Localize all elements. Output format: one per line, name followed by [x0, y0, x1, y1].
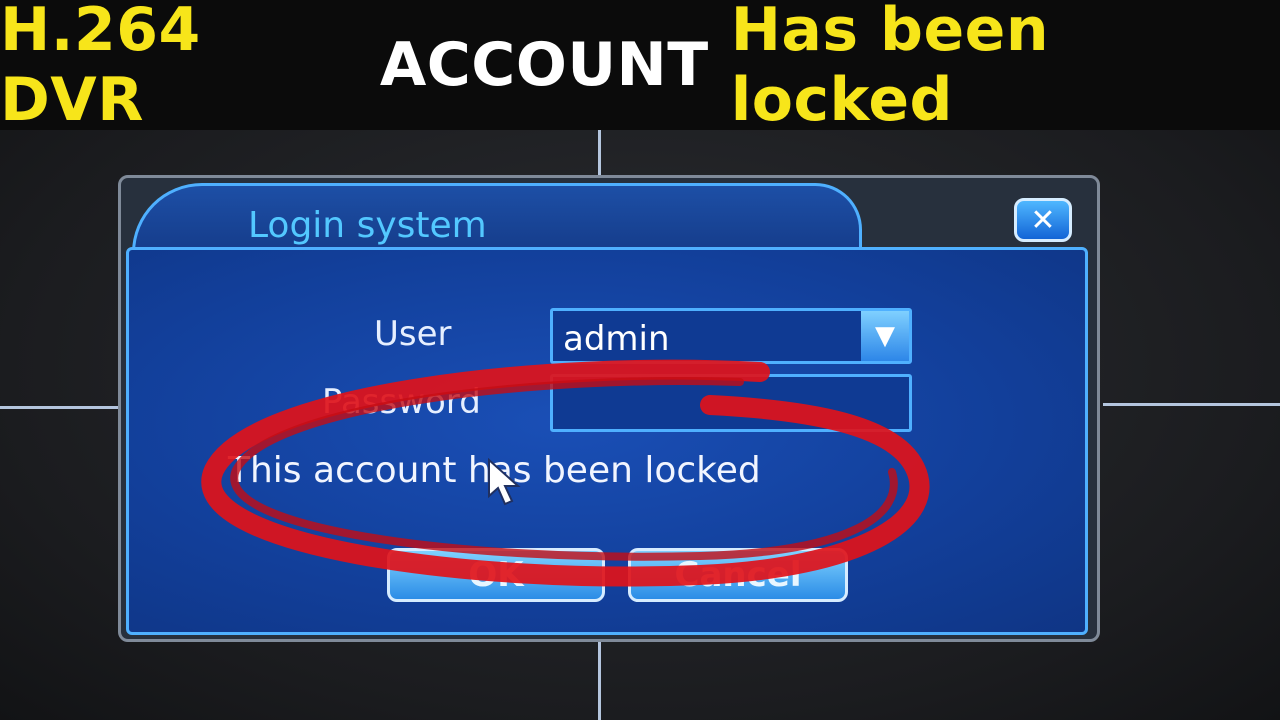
- grid-divider-vertical-top: [598, 130, 601, 175]
- banner-text-account: ACCOUNT: [379, 30, 709, 100]
- dialog-body: [126, 247, 1088, 635]
- banner-text-locked: Has been locked: [730, 0, 1050, 135]
- dialog-title-tab: [132, 183, 862, 253]
- close-button[interactable]: ✕: [1014, 198, 1072, 242]
- banner-text-dvr: H.264 DVR: [0, 0, 201, 135]
- dialog-title: Login system: [248, 205, 487, 246]
- user-dropdown[interactable]: admin ▼: [550, 308, 912, 364]
- password-field[interactable]: [550, 374, 912, 432]
- mouse-pointer-icon: [488, 458, 521, 506]
- ok-button[interactable]: OK: [387, 548, 605, 602]
- grid-divider-horizontal-left: [0, 406, 118, 409]
- user-dropdown-value: admin: [563, 319, 670, 359]
- password-label: Password: [322, 382, 481, 422]
- ok-button-label: OK: [468, 555, 524, 595]
- close-icon: ✕: [1030, 202, 1056, 238]
- cancel-button[interactable]: Cancel: [628, 548, 848, 602]
- grid-divider-horizontal-right: [1103, 403, 1280, 406]
- title-banner: H.264 DVR ACCOUNT Has been locked: [0, 0, 1280, 135]
- cancel-button-label: Cancel: [674, 555, 802, 595]
- chevron-down-icon[interactable]: ▼: [861, 311, 909, 361]
- grid-divider-vertical-bottom: [598, 642, 601, 720]
- user-label: User: [374, 314, 452, 354]
